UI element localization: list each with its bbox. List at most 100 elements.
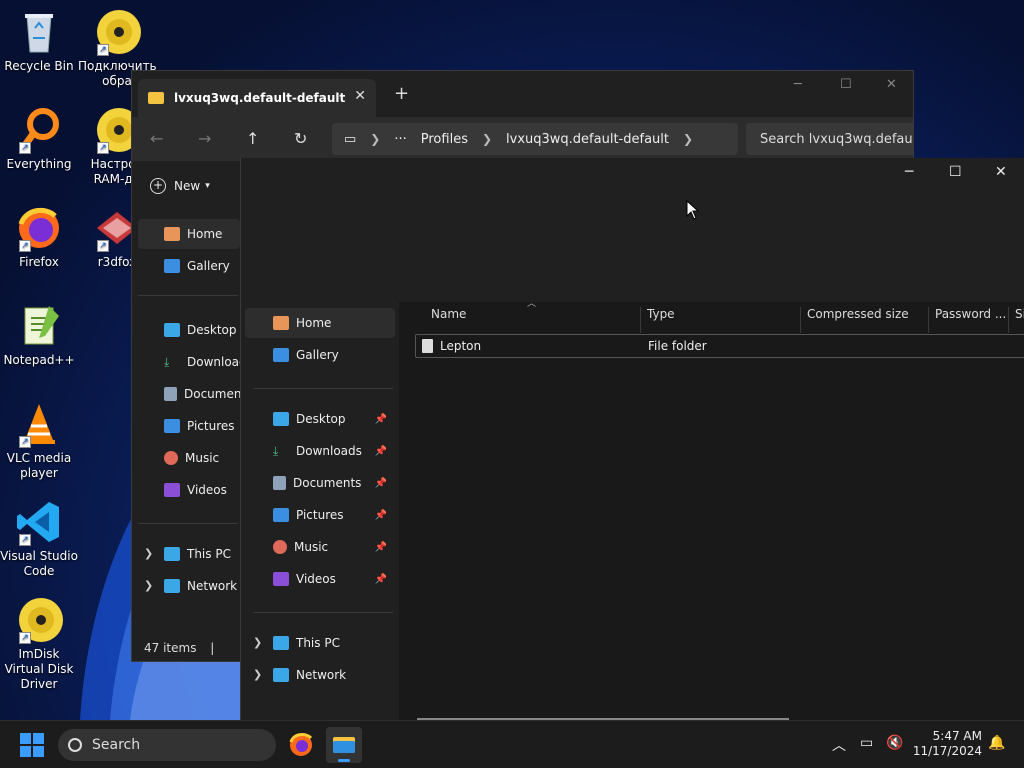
desktop-icon-recycle-bin[interactable]: Recycle Bin: [0, 8, 78, 74]
clock[interactable]: 5:47 AM 11/17/2024: [910, 729, 982, 759]
title-bar[interactable]: lvxuq3wq.default-default ✕ + ─ ☐ ✕: [132, 71, 913, 117]
column-type[interactable]: Type: [647, 307, 675, 321]
pin-icon[interactable]: 📌: [375, 414, 387, 425]
chevron-down-icon: ▾: [205, 181, 210, 191]
tab-lvxuq3wq[interactable]: lvxuq3wq.default-default ✕: [138, 79, 376, 117]
pin-icon[interactable]: 📌: [375, 446, 387, 457]
network-status-icon[interactable]: ▭: [860, 735, 873, 751]
close-icon[interactable]: ✕: [886, 77, 897, 92]
maximize-icon[interactable]: ☐: [840, 77, 852, 92]
desktop-icon-notepadpp[interactable]: Notepad++: [0, 302, 78, 368]
maximize-icon[interactable]: ☐: [949, 164, 962, 180]
desktop-icon-firefox[interactable]: ↗ Firefox: [0, 204, 78, 270]
pin-icon[interactable]: 📌: [375, 542, 387, 553]
minimize-icon[interactable]: ─: [905, 164, 913, 180]
explorer-window-front[interactable]: ─ ☐ ✕ Home Gallery Desktop 📌 ⤓ Downloads…: [240, 158, 1024, 720]
shortcut-arrow-icon: ↗: [19, 632, 31, 644]
nav-item-music[interactable]: Music: [164, 443, 219, 473]
tab-close-icon[interactable]: ✕: [354, 88, 366, 104]
desktop-icon-everything[interactable]: ↗ Everything: [0, 106, 78, 172]
pin-icon[interactable]: 📌: [375, 478, 387, 489]
chevron-right-icon[interactable]: ❯: [253, 668, 262, 681]
search-input[interactable]: Search lvxuq3wq.default-: [746, 123, 913, 155]
taskbar-file-explorer[interactable]: [326, 727, 362, 763]
nav-label: Network: [187, 579, 238, 593]
new-button-label: New: [174, 179, 201, 193]
taskbar: Search ︿ ▭ 🔇 5:47 AM 11/17/2024 🔔: [0, 720, 1024, 768]
breadcrumb-more[interactable]: ···: [394, 132, 406, 147]
network-icon: [273, 668, 289, 682]
clock-date: 11/17/2024: [912, 744, 982, 758]
column-password[interactable]: Password ...: [935, 307, 1006, 321]
nav-item-network[interactable]: Network: [273, 660, 346, 690]
minimize-icon[interactable]: ─: [794, 77, 802, 92]
chevron-right-icon[interactable]: ❯: [253, 636, 262, 649]
pin-icon[interactable]: 📌: [375, 574, 387, 585]
nav-item-pictures[interactable]: Pictures: [164, 411, 235, 441]
folder-icon: [333, 737, 355, 753]
nav-label: Videos: [187, 483, 227, 497]
divider: [253, 612, 393, 613]
disc-icon: ↗: [15, 596, 63, 644]
nav-label: Videos: [296, 572, 336, 586]
breadcrumb-profiles[interactable]: Profiles: [421, 132, 468, 147]
column-separator[interactable]: [928, 307, 929, 333]
column-separator[interactable]: [640, 307, 641, 333]
back-arrow-icon[interactable]: ←: [150, 129, 163, 148]
volume-muted-icon[interactable]: 🔇: [886, 735, 903, 751]
nav-item-home[interactable]: Home: [138, 219, 240, 249]
shortcut-arrow-icon: ↗: [97, 44, 109, 56]
nav-item-home[interactable]: Home: [245, 308, 395, 338]
nav-item-music[interactable]: Music 📌: [273, 532, 393, 562]
notepadpp-icon: [15, 302, 63, 350]
windows-start-icon[interactable]: [20, 733, 44, 757]
gallery-icon: [273, 348, 289, 362]
nav-item-videos[interactable]: Videos 📌: [273, 564, 393, 594]
nav-label: Home: [296, 316, 332, 330]
column-header: ︿ Name Type Compressed size Password ...…: [399, 299, 1024, 333]
nav-item-gallery[interactable]: Gallery: [164, 251, 230, 281]
column-separator[interactable]: [800, 307, 801, 333]
chevron-right-icon[interactable]: ❯: [144, 579, 153, 592]
breadcrumb[interactable]: ▭ ❯ ··· Profiles ❯ lvxuq3wq.default-defa…: [332, 123, 738, 155]
nav-item-desktop[interactable]: Desktop: [164, 315, 237, 345]
nav-item-documents[interactable]: Document: [164, 379, 246, 409]
nav-item-network[interactable]: Network: [164, 571, 237, 601]
nav-item-gallery[interactable]: Gallery: [273, 340, 339, 370]
notification-bell-icon[interactable]: 🔔: [988, 735, 1005, 751]
nav-item-desktop[interactable]: Desktop 📌: [273, 404, 393, 434]
nav-item-this-pc[interactable]: This PC: [273, 628, 340, 658]
column-size[interactable]: Si: [1015, 307, 1024, 321]
nav-item-pictures[interactable]: Pictures 📌: [273, 500, 393, 530]
up-arrow-icon[interactable]: ↑: [246, 129, 259, 148]
taskbar-firefox[interactable]: [283, 727, 319, 763]
column-separator[interactable]: [1008, 307, 1009, 333]
desktop-icon-vlc[interactable]: ↗ VLC media player: [0, 400, 78, 481]
pin-icon[interactable]: 📌: [375, 510, 387, 521]
taskbar-search[interactable]: Search: [58, 729, 276, 761]
desktop-icon-imdisk[interactable]: ↗ ImDisk Virtual Disk Driver: [0, 596, 78, 692]
active-indicator: [338, 759, 350, 762]
breadcrumb-current[interactable]: lvxuq3wq.default-default: [506, 132, 669, 147]
nav-item-downloads[interactable]: ⤓ Download: [164, 347, 247, 377]
column-name[interactable]: Name: [431, 307, 466, 321]
desktop-icon: [164, 323, 180, 337]
everything-icon: ↗: [15, 106, 63, 154]
status-bar: 47 items |: [144, 641, 214, 655]
chevron-right-icon[interactable]: ❯: [144, 547, 153, 560]
desktop-icon-vscode[interactable]: ↗ Visual Studio Code: [0, 498, 78, 579]
chevron-up-icon[interactable]: ︿: [832, 735, 846, 755]
list-item[interactable]: Lepton File folder: [415, 334, 1024, 358]
nav-item-videos[interactable]: Videos: [164, 475, 227, 505]
refresh-icon[interactable]: ↻: [294, 129, 307, 148]
clock-time: 5:47 AM: [932, 729, 982, 743]
new-tab-button[interactable]: +: [394, 83, 409, 104]
close-icon[interactable]: ✕: [995, 164, 1007, 180]
shortcut-arrow-icon: ↗: [97, 142, 109, 154]
new-button[interactable]: + New ▾: [150, 178, 210, 194]
nav-item-documents[interactable]: Documents 📌: [273, 468, 393, 498]
column-compressed-size[interactable]: Compressed size: [807, 307, 909, 321]
nav-item-downloads[interactable]: ⤓ Downloads 📌: [273, 436, 393, 466]
nav-item-this-pc[interactable]: This PC: [164, 539, 231, 569]
forward-arrow-icon[interactable]: →: [198, 129, 211, 148]
